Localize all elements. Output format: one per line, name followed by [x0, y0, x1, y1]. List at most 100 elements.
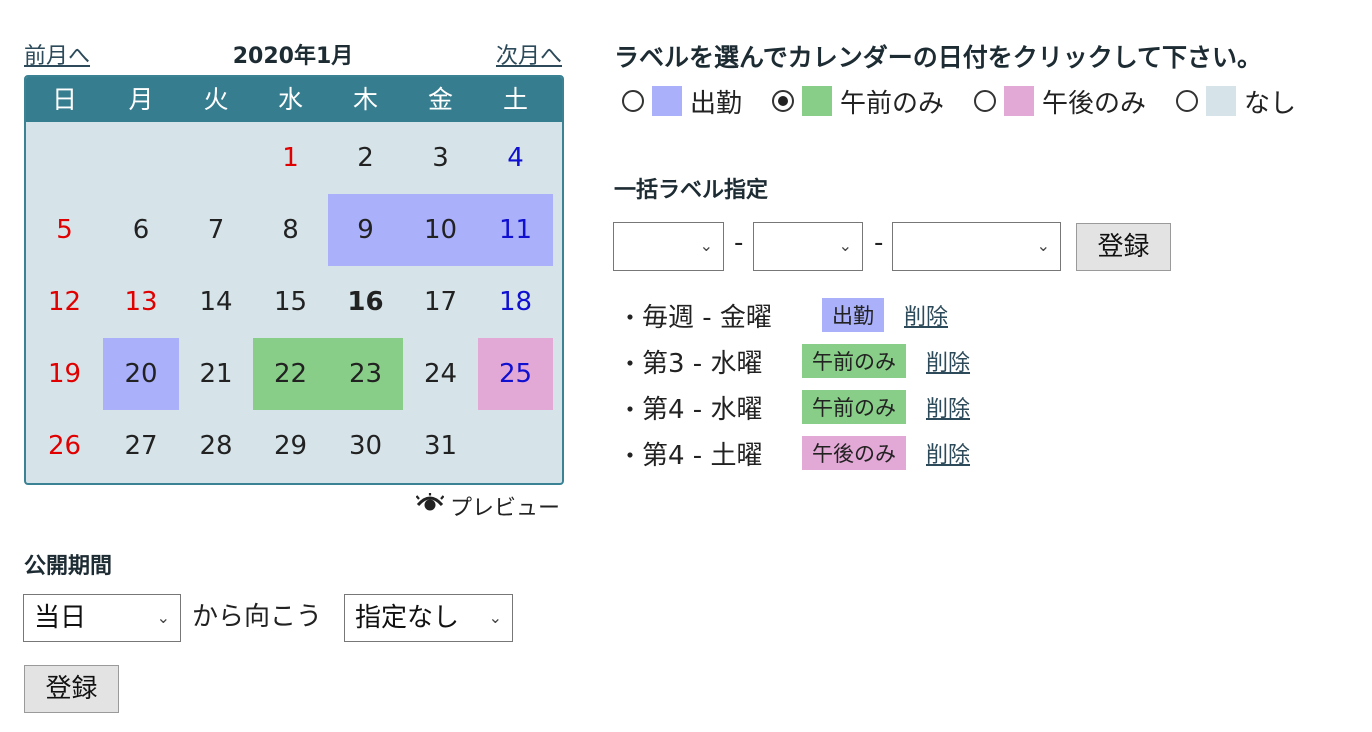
calendar-day-cell[interactable]: 14 [179, 266, 253, 338]
bullet: ・ [618, 349, 642, 378]
calendar-day-cell[interactable]: 31 [403, 410, 478, 482]
label-option[interactable]: なし [1176, 83, 1296, 120]
calendar-day-cell[interactable]: 30 [328, 410, 403, 482]
publish-register-button[interactable]: 登録 [24, 665, 119, 713]
publish-to-select[interactable]: 指定なし ⌄ [344, 594, 513, 642]
chevron-down-icon: ⌄ [838, 236, 852, 255]
calendar-day-cell[interactable]: 3 [403, 122, 478, 194]
calendar-empty-cell [478, 410, 553, 482]
publish-period-title: 公開期間 [24, 554, 113, 579]
rule-description: 第3 - 水曜 [642, 348, 763, 379]
calendar-day-cell[interactable]: 9 [328, 194, 403, 266]
calendar-day-cell[interactable]: 28 [179, 410, 253, 482]
bulk-label-select[interactable]: ⌄ [892, 222, 1061, 271]
calendar-day-cell[interactable]: 16 [328, 266, 403, 338]
calendar: 日月火水木金土 1 2 3 4 5 6 7 8 9 10 11 12 13 14 15 16 17 18 19 20 2… [24, 75, 564, 485]
calendar-day-cell[interactable]: 23 [328, 338, 403, 410]
rule-delete-link[interactable]: 削除 [926, 437, 970, 469]
calendar-day-cell[interactable]: 11 [478, 194, 553, 266]
next-month-link[interactable]: 次月へ [496, 38, 562, 70]
rule-label-tag: 午前のみ [802, 390, 906, 424]
calendar-day-cell[interactable]: 4 [478, 122, 553, 194]
calendar-day-cell[interactable]: 10 [403, 194, 478, 266]
label-option[interactable]: 午前のみ [772, 83, 944, 120]
label-radio-group: 出勤 午前のみ 午後のみ なし [622, 83, 1326, 119]
weekday-header-cell: 金 [427, 85, 453, 114]
chevron-down-icon: ⌄ [699, 236, 713, 255]
publish-from-value: 当日 [34, 603, 87, 633]
label-radio[interactable] [1176, 90, 1199, 112]
label-name: 出勤 [690, 88, 743, 119]
rule-label-tag: 午後のみ [802, 436, 906, 470]
label-name: なし [1244, 88, 1297, 119]
calendar-day-cell[interactable]: 6 [103, 194, 179, 266]
dash-separator: - [874, 228, 884, 258]
label-name: 午前のみ [840, 88, 945, 119]
bulk-week-select[interactable]: ⌄ [613, 222, 724, 271]
calendar-day-cell[interactable]: 25 [478, 338, 553, 410]
rule-description: 第4 - 土曜 [642, 440, 763, 471]
publish-to-value: 指定なし [355, 603, 460, 633]
preview-label: プレビュー [450, 496, 561, 521]
calendar-day-cell[interactable]: 2 [328, 122, 403, 194]
calendar-day-cell[interactable]: 18 [478, 266, 553, 338]
bulk-weekday-select[interactable]: ⌄ [753, 222, 863, 271]
calendar-day-cell[interactable]: 13 [103, 266, 179, 338]
bulk-rule-item: ・第3 - 水曜 午前のみ 削除 [618, 338, 970, 384]
calendar-day-cell[interactable]: 17 [403, 266, 478, 338]
calendar-day-cell[interactable]: 26 [26, 410, 103, 482]
weekday-header-cell: 日 [51, 85, 77, 114]
preview-button[interactable]: プレビュー [415, 490, 561, 522]
rule-label-tag: 出勤 [822, 298, 884, 332]
weekday-header-cell: 木 [352, 85, 378, 114]
publish-from-select[interactable]: 当日 ⌄ [23, 594, 181, 642]
calendar-day-cell[interactable]: 7 [179, 194, 253, 266]
eye-icon [415, 493, 445, 519]
calendar-empty-cell [103, 122, 179, 194]
bulk-label-title: 一括ラベル指定 [614, 178, 769, 203]
calendar-day-cell[interactable]: 20 [103, 338, 179, 410]
label-radio[interactable] [772, 90, 795, 112]
calendar-week-row: 5 6 7 8 9 10 11 [26, 194, 562, 266]
calendar-month-title: 2020年1月 [232, 44, 354, 69]
calendar-day-cell[interactable]: 27 [103, 410, 179, 482]
calendar-day-cell[interactable]: 1 [253, 122, 328, 194]
label-radio[interactable] [974, 90, 997, 112]
calendar-day-cell[interactable]: 8 [253, 194, 328, 266]
instruction-text: ラベルを選んでカレンダーの日付をクリックして下さい。 [614, 43, 1263, 72]
label-name: 午後のみ [1042, 88, 1147, 119]
calendar-day-cell[interactable]: 29 [253, 410, 328, 482]
calendar-day-cell[interactable]: 21 [179, 338, 253, 410]
calendar-day-cell[interactable]: 15 [253, 266, 328, 338]
weekday-header-cell: 月 [128, 85, 154, 114]
calendar-empty-cell [26, 122, 103, 194]
prev-month-link[interactable]: 前月へ [24, 38, 90, 70]
label-radio[interactable] [622, 90, 644, 112]
calendar-day-cell[interactable]: 12 [26, 266, 103, 338]
publish-middle-text: から向こう [192, 602, 323, 632]
bullet: ・ [618, 441, 642, 470]
calendar-week-row: 1234 [26, 122, 562, 194]
bulk-rule-item: ・第4 - 水曜 午前のみ 削除 [618, 384, 970, 430]
label-option[interactable]: 出勤 [622, 83, 742, 120]
calendar-empty-cell [179, 122, 253, 194]
label-color-swatch [802, 86, 833, 116]
rule-delete-link[interactable]: 削除 [904, 299, 948, 331]
calendar-day-cell[interactable]: 19 [26, 338, 103, 410]
calendar-nav: 前月へ 2020年1月 次月へ [24, 38, 562, 70]
calendar-day-cell[interactable]: 24 [403, 338, 478, 410]
bulk-rule-item: ・毎週 - 金曜 出勤 削除 [618, 292, 970, 338]
calendar-day-cell[interactable]: 22 [253, 338, 328, 410]
calendar-weekday-header: 日月火水木金土 [26, 77, 562, 122]
weekday-header-cell: 水 [277, 85, 303, 114]
rule-delete-link[interactable]: 削除 [926, 345, 970, 377]
chevron-down-icon: ⌄ [488, 608, 502, 627]
calendar-day-cell[interactable]: 5 [26, 194, 103, 266]
label-option[interactable]: 午後のみ [974, 83, 1146, 120]
rule-delete-link[interactable]: 削除 [926, 391, 970, 423]
rule-description: 第4 - 水曜 [642, 394, 763, 425]
chevron-down-icon: ⌄ [156, 608, 170, 627]
label-color-swatch [1206, 86, 1237, 116]
bulk-register-button[interactable]: 登録 [1076, 223, 1171, 271]
calendar-grid: 1 2 3 4 5 6 7 8 9 10 11 12 13 14 15 16 17 18 19 20 21 22 23 24 2… [26, 122, 562, 482]
